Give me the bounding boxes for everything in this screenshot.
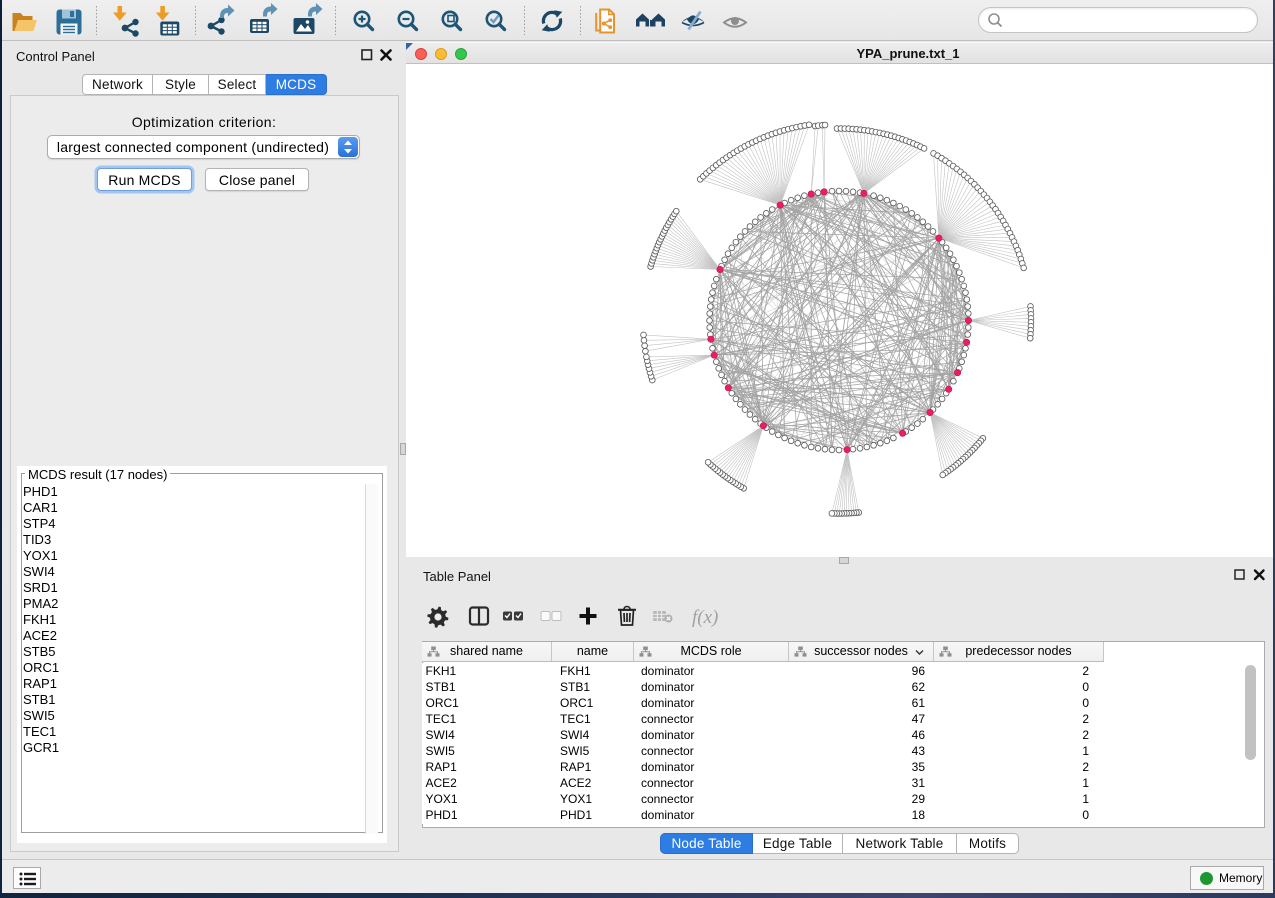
svg-text:f(x): f(x) xyxy=(692,607,718,628)
